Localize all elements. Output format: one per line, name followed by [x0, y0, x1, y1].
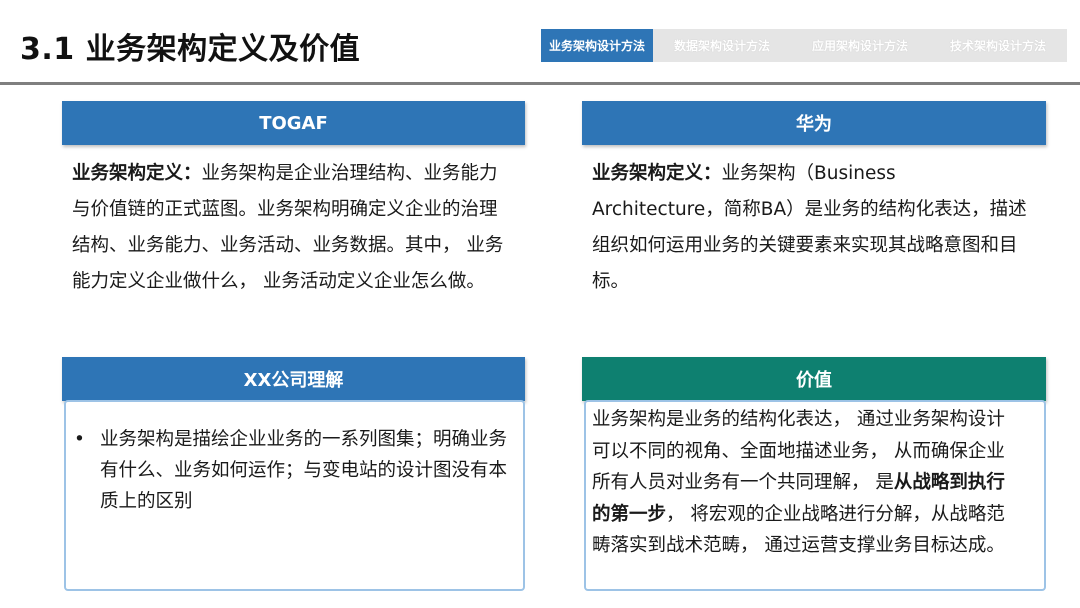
- togaf-colon: ：: [183, 163, 202, 184]
- togaf-definition: 业务架构定义：业务架构是企业治理结构、业务能力与价值链的正式蓝图。业务架构明确定…: [72, 156, 512, 300]
- tab-business-architecture[interactable]: 业务架构设计方法: [541, 29, 653, 62]
- togaf-term: 业务架构定义: [72, 163, 184, 184]
- huawei-heading: 华为: [582, 101, 1046, 145]
- page-title: 3.1 业务架构定义及价值: [20, 32, 361, 67]
- section-tabs: 业务架构设计方法 数据架构设计方法 应用架构设计方法 技术架构设计方法: [541, 29, 1067, 62]
- value-heading: 价值: [582, 357, 1046, 401]
- company-bullet-item: • 业务架构是描绘企业业务的一系列图集；明确业务有什么、业务如何运作；与变电站的…: [74, 424, 514, 517]
- header-divider: [0, 82, 1080, 85]
- bullet-dot: •: [74, 429, 85, 450]
- value-body: 业务架构是业务的结构化表达， 通过业务架构设计可以不同的视角、全面地描述业务， …: [592, 404, 1022, 562]
- tab-data-architecture[interactable]: 数据架构设计方法: [653, 29, 791, 62]
- huawei-colon: ：: [703, 163, 722, 184]
- huawei-term: 业务架构定义: [592, 163, 704, 184]
- company-body: 业务架构是描绘企业业务的一系列图集；明确业务有什么、业务如何运作；与变电站的设计…: [100, 429, 508, 512]
- tab-technology-architecture[interactable]: 技术架构设计方法: [929, 29, 1067, 62]
- huawei-definition: 业务架构定义：业务架构（Business Architecture，简称BA）是…: [592, 156, 1032, 300]
- togaf-heading: TOGAF: [62, 101, 525, 145]
- tab-application-architecture[interactable]: 应用架构设计方法: [791, 29, 929, 62]
- company-heading: XX公司理解: [62, 357, 525, 401]
